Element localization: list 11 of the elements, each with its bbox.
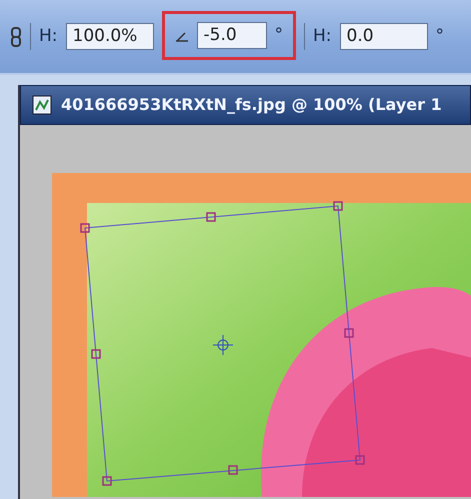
- input-field[interactable]: 0.0: [340, 23, 428, 50]
- document-icon: [31, 94, 53, 116]
- angle-icon: [174, 30, 189, 42]
- document-title: 401666953KtRXtN_fs.jpg @ 100% (Layer 1: [61, 94, 442, 116]
- field-label: H:: [39, 24, 58, 48]
- degree-unit: °: [436, 24, 444, 48]
- input-field[interactable]: -5.0: [196, 22, 267, 49]
- input-field[interactable]: 100.0%: [66, 23, 154, 50]
- degree-unit: °: [274, 24, 284, 47]
- link-icon[interactable]: [10, 26, 22, 46]
- field-label: H:: [313, 24, 332, 48]
